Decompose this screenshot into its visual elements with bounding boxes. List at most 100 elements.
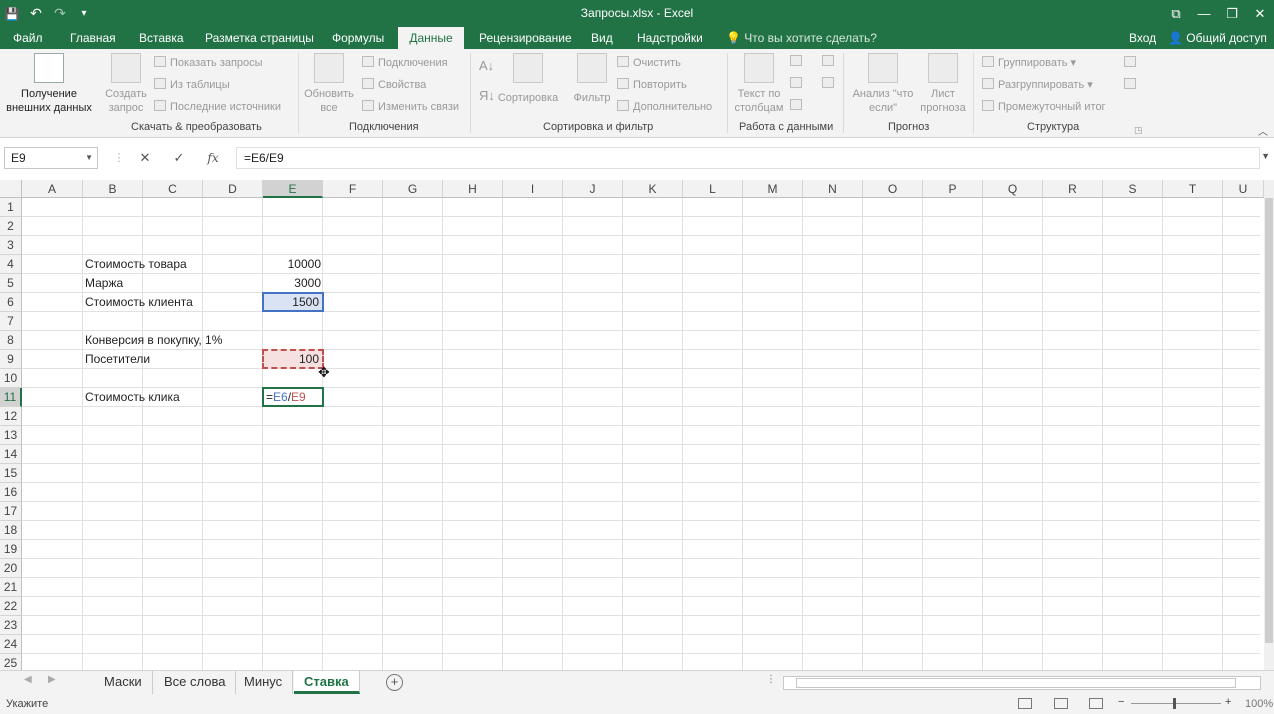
vertical-scrollbar-thumb[interactable] — [1265, 198, 1273, 643]
sheet-tab-active[interactable]: Ставка — [294, 671, 360, 694]
formula-input[interactable]: =E6/E9 — [236, 147, 1260, 169]
column-header[interactable]: D — [203, 180, 263, 198]
sign-in-link[interactable]: Вход — [1129, 27, 1156, 49]
column-header[interactable]: J — [563, 180, 623, 198]
flash-fill-icon[interactable] — [790, 55, 806, 69]
row-header[interactable]: 9 — [0, 350, 22, 369]
cell-E9-reference[interactable]: 100 — [262, 349, 324, 369]
relationships-icon[interactable] — [822, 77, 838, 91]
expand-formula-bar-icon[interactable]: ▼ — [1261, 151, 1270, 161]
row-header[interactable]: 23 — [0, 616, 22, 635]
reapply-button[interactable]: Повторить — [617, 78, 687, 92]
connections-button[interactable]: Подключения — [362, 56, 448, 70]
show-detail-icon[interactable] — [1124, 56, 1140, 70]
row-header[interactable]: 19 — [0, 540, 22, 559]
column-header[interactable]: Q — [983, 180, 1043, 198]
tell-me-box[interactable]: 💡 Что вы хотите сделать? — [726, 27, 877, 49]
clear-filter-button[interactable]: Очистить — [617, 56, 681, 70]
get-external-data-button[interactable]: Получение внешних данных — [2, 53, 96, 115]
row-header[interactable]: 25 — [0, 654, 22, 670]
add-sheet-icon[interactable]: + — [386, 674, 403, 691]
row-header[interactable]: 12 — [0, 407, 22, 426]
cell-E4[interactable]: 10000 — [263, 255, 324, 273]
column-header[interactable]: H — [443, 180, 503, 198]
normal-view-icon[interactable] — [1018, 698, 1032, 709]
row-header[interactable]: 22 — [0, 597, 22, 616]
column-header[interactable]: B — [83, 180, 143, 198]
tab-page-layout[interactable]: Разметка страницы — [199, 27, 320, 49]
what-if-button[interactable]: Анализ "что если" — [848, 53, 918, 115]
from-table-button[interactable]: Из таблицы — [154, 78, 230, 92]
hide-detail-icon[interactable] — [1124, 78, 1140, 92]
row-header[interactable]: 13 — [0, 426, 22, 445]
column-header[interactable]: P — [923, 180, 983, 198]
next-sheet-icon[interactable]: ▶ — [48, 674, 56, 685]
tab-review[interactable]: Рецензирование — [473, 27, 578, 49]
row-header-selected[interactable]: 11 — [0, 388, 22, 407]
column-header[interactable]: N — [803, 180, 863, 198]
consolidate-icon[interactable] — [822, 55, 838, 69]
row-header[interactable]: 4 — [0, 255, 22, 274]
zoom-slider[interactable] — [1131, 703, 1221, 704]
tab-home[interactable]: Главная — [64, 27, 122, 49]
row-header[interactable]: 1 — [0, 198, 22, 217]
column-header[interactable]: R — [1043, 180, 1103, 198]
column-header[interactable]: U — [1223, 180, 1264, 198]
row-header[interactable]: 3 — [0, 236, 22, 255]
ribbon-display-icon[interactable]: ⧉ — [1162, 0, 1190, 27]
ungroup-button[interactable]: Разгруппировать ▾ — [982, 78, 1093, 92]
dialog-launcher-icon[interactable]: ◳ — [1134, 123, 1143, 137]
worksheet-grid[interactable]: A B C D E F G H I J K L M N O P Q R S T … — [0, 180, 1274, 670]
cell-B11[interactable]: Стоимость клика — [82, 388, 180, 406]
sheet-tab[interactable]: Минус — [234, 671, 294, 694]
row-header[interactable]: 7 — [0, 312, 22, 331]
tab-formulas[interactable]: Формулы — [326, 27, 390, 49]
tab-insert[interactable]: Вставка — [133, 27, 190, 49]
tab-file[interactable]: Файл — [7, 27, 49, 49]
forecast-sheet-button[interactable]: Лист прогноза — [918, 53, 968, 115]
tab-addins[interactable]: Надстройки — [631, 27, 709, 49]
row-header[interactable]: 10 — [0, 369, 22, 388]
cell-B5[interactable]: Маржа — [82, 274, 123, 292]
name-box-dropdown-icon[interactable]: ▼ — [85, 148, 93, 168]
name-box[interactable]: E9 ▼ — [4, 147, 98, 169]
maximize-icon[interactable]: ❐ — [1218, 0, 1246, 27]
column-header[interactable]: M — [743, 180, 803, 198]
row-header[interactable]: 14 — [0, 445, 22, 464]
cell-B4[interactable]: Стоимость товара — [82, 255, 187, 273]
row-header[interactable]: 16 — [0, 483, 22, 502]
column-header[interactable]: L — [683, 180, 743, 198]
cell-E6-reference[interactable]: 1500 — [262, 292, 324, 312]
collapse-ribbon-icon[interactable]: ︿ — [1258, 123, 1268, 138]
page-layout-view-icon[interactable] — [1054, 698, 1068, 709]
column-header[interactable]: S — [1103, 180, 1163, 198]
horizontal-scrollbar[interactable] — [783, 676, 1261, 690]
show-queries-button[interactable]: Показать запросы — [154, 56, 263, 70]
column-header[interactable]: A — [22, 180, 83, 198]
close-icon[interactable]: ✕ — [1246, 0, 1274, 27]
enter-icon[interactable]: ✓ — [166, 147, 192, 169]
row-header[interactable]: 21 — [0, 578, 22, 597]
column-header[interactable]: G — [383, 180, 443, 198]
sort-az-icon[interactable]: A↓ — [479, 59, 494, 73]
zoom-slider-knob[interactable] — [1173, 698, 1176, 709]
tab-view[interactable]: Вид — [585, 27, 619, 49]
row-header[interactable]: 6 — [0, 293, 22, 312]
column-header[interactable]: I — [503, 180, 563, 198]
row-header[interactable]: 15 — [0, 464, 22, 483]
cell-E5[interactable]: 3000 — [263, 274, 324, 292]
sort-button[interactable]: Сортировка — [496, 53, 560, 105]
insert-function-icon[interactable]: fx — [200, 147, 226, 169]
sheet-tab[interactable]: Маски — [94, 671, 153, 694]
column-header[interactable]: O — [863, 180, 923, 198]
zoom-out-icon[interactable]: − — [1118, 696, 1124, 708]
group-button[interactable]: Группировать ▾ — [982, 56, 1076, 70]
row-header[interactable]: 2 — [0, 217, 22, 236]
share-button[interactable]: 👤 Общий доступ — [1168, 27, 1267, 49]
column-header[interactable]: T — [1163, 180, 1223, 198]
tab-data[interactable]: Данные — [398, 27, 464, 49]
zoom-level[interactable]: 100% — [1245, 698, 1273, 710]
cell-B6[interactable]: Стоимость клиента — [82, 293, 193, 311]
edit-links-button[interactable]: Изменить связи — [362, 100, 459, 114]
row-header[interactable]: 18 — [0, 521, 22, 540]
